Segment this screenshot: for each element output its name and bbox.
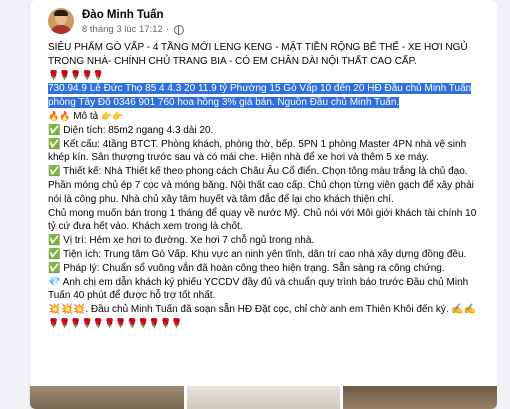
dauchu-line: 💥💥💥. Đầu chủ Minh Tuấn đã soạn sẵn HĐ Đặ… xyxy=(48,304,477,316)
right-scroll-area xyxy=(497,0,510,409)
photo-2[interactable] xyxy=(186,386,341,409)
post-body: SIÊU PHẨM GÒ VẤP - 4 TẦNG MỚI LENG KENG … xyxy=(48,41,486,331)
post-card: Đào Minh Tuấn 8 tháng 3 lúc 17:12 · SIÊU… xyxy=(30,0,497,409)
thietke-line: ✅ Thiết kế: Nhà Thiết kế theo phong cách… xyxy=(48,166,474,205)
globe-icon[interactable] xyxy=(174,24,184,35)
roses-line-2: 🌹🌹🌹🌹🌹🌹🌹🌹🌹🌹🌹🌹 xyxy=(48,317,183,328)
author-name[interactable]: Đào Minh Tuấn xyxy=(82,9,164,21)
mota-label: Mô tả xyxy=(73,110,99,122)
left-sidebar-area xyxy=(0,0,30,409)
tienich-line: ✅ Tiện ích: Trung tâm Gò Vấp. Khu vực an… xyxy=(48,248,467,260)
post-title-line: SIÊU PHẨM GÒ VẤP - 4 TẦNG MỚI LENG KENG … xyxy=(48,42,468,67)
highlighted-text[interactable]: 730.94.9 Lê Đức Thọ 85 4 4.3 20 11.9 tỷ … xyxy=(48,83,472,109)
phaply-line: ✅ Pháp lý: Chuẩn sổ vuông vắn đã hoàn cô… xyxy=(48,262,445,274)
photo-1[interactable] xyxy=(30,386,184,409)
post-meta: 8 tháng 3 lúc 17:12 · xyxy=(82,24,184,35)
avatar[interactable] xyxy=(48,8,74,34)
dientich-line: ✅ Diện tích: 85m2 ngang 4.3 dài 20. xyxy=(48,124,214,136)
roses-line: 🌹🌹🌹🌹🌹 xyxy=(48,69,105,80)
post-time[interactable]: 8 tháng 3 lúc 17:12 xyxy=(82,24,163,35)
mota-line: 🔥🔥 Mô tả 👉👉 xyxy=(48,110,486,124)
ketcau-line: ✅ Kết cấu: 4tầng BTCT. Phòng khách, phòn… xyxy=(48,138,467,164)
photo-3[interactable] xyxy=(343,386,497,409)
post-header: Đào Minh Tuấn 8 tháng 3 lúc 17:12 · xyxy=(48,8,489,42)
vitri-line: ✅ Vị trí: Hẻm xe hơi to đường. Xe hơi 7 … xyxy=(48,235,315,247)
fire-icon: 🔥🔥 xyxy=(48,110,71,121)
dot-separator: · xyxy=(165,24,169,35)
chumuong-line: Chủ mong muốn bán trong 1 tháng để quay … xyxy=(48,207,477,233)
pointing-hand-icon: 👉👉 xyxy=(101,110,124,121)
anhchi-line: 💎 Anh chị em dẫn khách ký phiếu YCCDV đầ… xyxy=(48,276,469,302)
photo-strip xyxy=(30,386,497,409)
